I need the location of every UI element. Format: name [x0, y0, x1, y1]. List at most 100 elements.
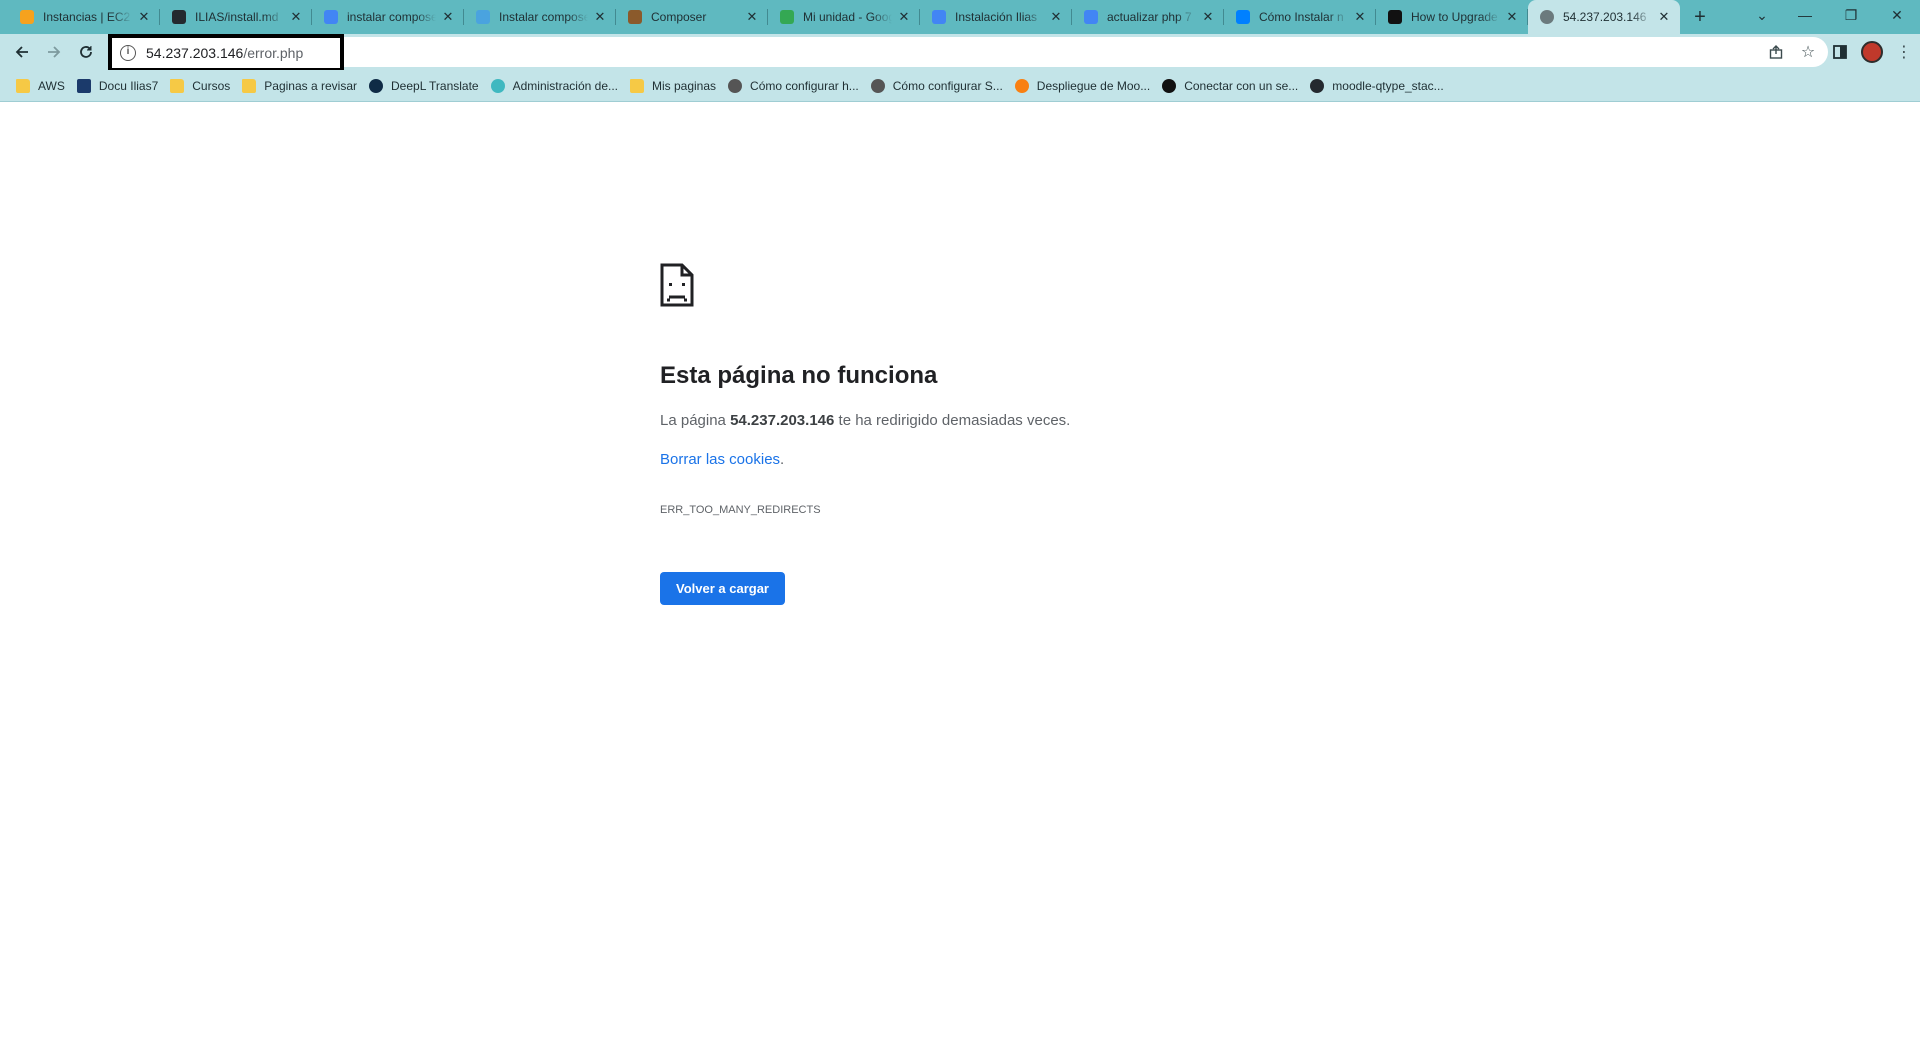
bookmark-5[interactable]: Administración de...	[487, 72, 626, 100]
close-tab-icon[interactable]: ✕	[896, 9, 912, 25]
bookmark-0[interactable]: AWS	[12, 72, 73, 100]
clear-cookies-suffix: .	[780, 451, 785, 468]
back-button[interactable]	[6, 36, 38, 68]
bookmark-label: Paginas a revisar	[264, 78, 357, 93]
google-drive-icon	[780, 10, 794, 24]
toolbar-actions: ☆ ⋮	[1760, 34, 1920, 70]
tab-list: Instancias | EC2 ✕ ILIAS/install.md ✕ instal…	[0, 0, 1680, 34]
restore-button[interactable]: ❐	[1828, 0, 1874, 30]
page-content: Esta página no funciona La página 54.237…	[0, 103, 1920, 1040]
tab-0[interactable]: Instancias | EC2 ✕	[8, 0, 160, 34]
new-tab-button[interactable]: +	[1686, 3, 1714, 31]
minimize-button[interactable]: —	[1782, 0, 1828, 30]
bookmark-8[interactable]: Cómo configurar S...	[867, 72, 1011, 100]
share-button[interactable]	[1760, 36, 1792, 68]
tab-9[interactable]: How to Upgrade ✕	[1376, 0, 1528, 34]
admin-icon	[490, 78, 505, 93]
bookmark-label: Administración de...	[512, 78, 618, 93]
sad-page-icon	[660, 263, 694, 307]
composer-icon	[628, 10, 642, 24]
tab-search-button[interactable]: ⌄	[1742, 0, 1782, 30]
bookmark-1[interactable]: Docu Ilias7	[73, 72, 166, 100]
address-url[interactable]: 54.237.203.146/error.php	[146, 45, 303, 61]
close-tab-icon[interactable]: ✕	[1656, 9, 1672, 25]
google-docs-icon	[932, 10, 946, 24]
ilias-icon	[76, 78, 91, 93]
tab-title: ILIAS/install.md	[195, 10, 279, 24]
close-tab-icon[interactable]: ✕	[1200, 9, 1216, 25]
close-tab-icon[interactable]: ✕	[744, 9, 760, 25]
folder-icon	[16, 78, 30, 93]
menu-button[interactable]: ⋮	[1888, 36, 1920, 68]
address-bar-background[interactable]	[344, 37, 1828, 67]
share-icon	[1769, 45, 1783, 59]
tab-3[interactable]: Instalar composer ✕	[464, 0, 616, 34]
url-host: 54.237.203.146	[146, 45, 244, 61]
back-arrow-icon	[15, 46, 28, 58]
bookmark-11[interactable]: moodle-qtype_stac...	[1306, 72, 1451, 100]
error-message: La página 54.237.203.146 te ha redirigid…	[660, 412, 1260, 429]
tab-title: Mi unidad - Google	[803, 10, 892, 24]
reload-page-button[interactable]: Volver a cargar	[660, 572, 785, 605]
bookmark-label: Despliegue de Moo...	[1036, 78, 1151, 93]
error-message-host: 54.237.203.146	[730, 412, 835, 429]
reload-button[interactable]	[70, 36, 102, 68]
address-bar[interactable]: i 54.237.203.146/error.php	[108, 34, 344, 72]
tab-4[interactable]: Composer ✕	[616, 0, 768, 34]
close-tab-icon[interactable]: ✕	[1352, 9, 1368, 25]
tab-title: Instancias | EC2	[43, 10, 131, 24]
clear-cookies-link[interactable]: Borrar las cookies	[660, 451, 780, 468]
bookmark-9[interactable]: Despliegue de Moo...	[1011, 72, 1158, 100]
google-icon	[324, 10, 338, 24]
bookmark-label: Cómo configurar S...	[892, 78, 1003, 93]
folder-icon	[242, 78, 257, 93]
folder-icon	[630, 78, 644, 93]
bookmark-2[interactable]: Cursos	[166, 72, 238, 100]
tab-2[interactable]: instalar composer ✕	[312, 0, 464, 34]
bookmark-star-button[interactable]: ☆	[1792, 36, 1824, 68]
bookmark-label: DeepL Translate	[391, 78, 479, 93]
side-panel-icon	[1833, 45, 1847, 59]
tab-10[interactable]: 54.237.203.146 ✕	[1528, 0, 1680, 34]
bookmark-4[interactable]: DeepL Translate	[365, 72, 487, 100]
tab-title: How to Upgrade	[1411, 10, 1498, 24]
tab-1[interactable]: ILIAS/install.md ✕	[160, 0, 312, 34]
close-tab-icon[interactable]: ✕	[288, 9, 304, 25]
diamond-icon	[728, 78, 743, 93]
error-container: Esta página no funciona La página 54.237…	[660, 263, 1260, 605]
bookmark-label: Conectar con un se...	[1184, 78, 1299, 93]
side-panel-button[interactable]	[1824, 36, 1856, 68]
moodle-icon	[1014, 78, 1029, 93]
close-tab-icon[interactable]: ✕	[592, 9, 608, 25]
profile-button[interactable]	[1856, 36, 1888, 68]
clear-cookies-row: Borrar las cookies.	[660, 451, 1260, 490]
close-window-button[interactable]: ✕	[1874, 0, 1920, 30]
close-tab-icon[interactable]: ✕	[1048, 9, 1064, 25]
error-code: ERR_TOO_MANY_REDIRECTS	[660, 504, 821, 516]
tab-title: actualizar php 7	[1107, 10, 1192, 24]
forward-button[interactable]	[38, 36, 70, 68]
close-tab-icon[interactable]: ✕	[136, 9, 152, 25]
github-icon	[172, 10, 186, 24]
tab-title: 54.237.203.146	[1563, 10, 1647, 24]
tab-strip: Instancias | EC2 ✕ ILIAS/install.md ✕ instal…	[0, 0, 1920, 34]
aws-icon	[20, 10, 34, 24]
site-info-icon[interactable]: i	[120, 45, 136, 61]
tab-7[interactable]: actualizar php 7 ✕	[1072, 0, 1224, 34]
tab-6[interactable]: Instalación Ilias ✕	[920, 0, 1072, 34]
close-tab-icon[interactable]: ✕	[440, 9, 456, 25]
bookmark-10[interactable]: Conectar con un se...	[1158, 72, 1306, 100]
more-vert-icon: ⋮	[1896, 44, 1912, 61]
browser-toolbar: i 54.237.203.146/error.php ☆ ⋮	[0, 34, 1920, 72]
digitalocean-icon	[1236, 10, 1250, 24]
tab-8[interactable]: Cómo Instalar n ✕	[1224, 0, 1376, 34]
close-tab-icon[interactable]: ✕	[1504, 9, 1520, 25]
bookmark-6[interactable]: Mis paginas	[626, 72, 724, 100]
link-icon	[1162, 78, 1177, 93]
linux-icon	[1388, 10, 1402, 24]
github-icon	[1310, 78, 1325, 93]
bookmark-7[interactable]: Cómo configurar h...	[724, 72, 867, 100]
bookmark-3[interactable]: Paginas a revisar	[238, 72, 365, 100]
bookmark-label: Docu Ilias7	[98, 78, 159, 93]
tab-5[interactable]: Mi unidad - Google ✕	[768, 0, 920, 34]
